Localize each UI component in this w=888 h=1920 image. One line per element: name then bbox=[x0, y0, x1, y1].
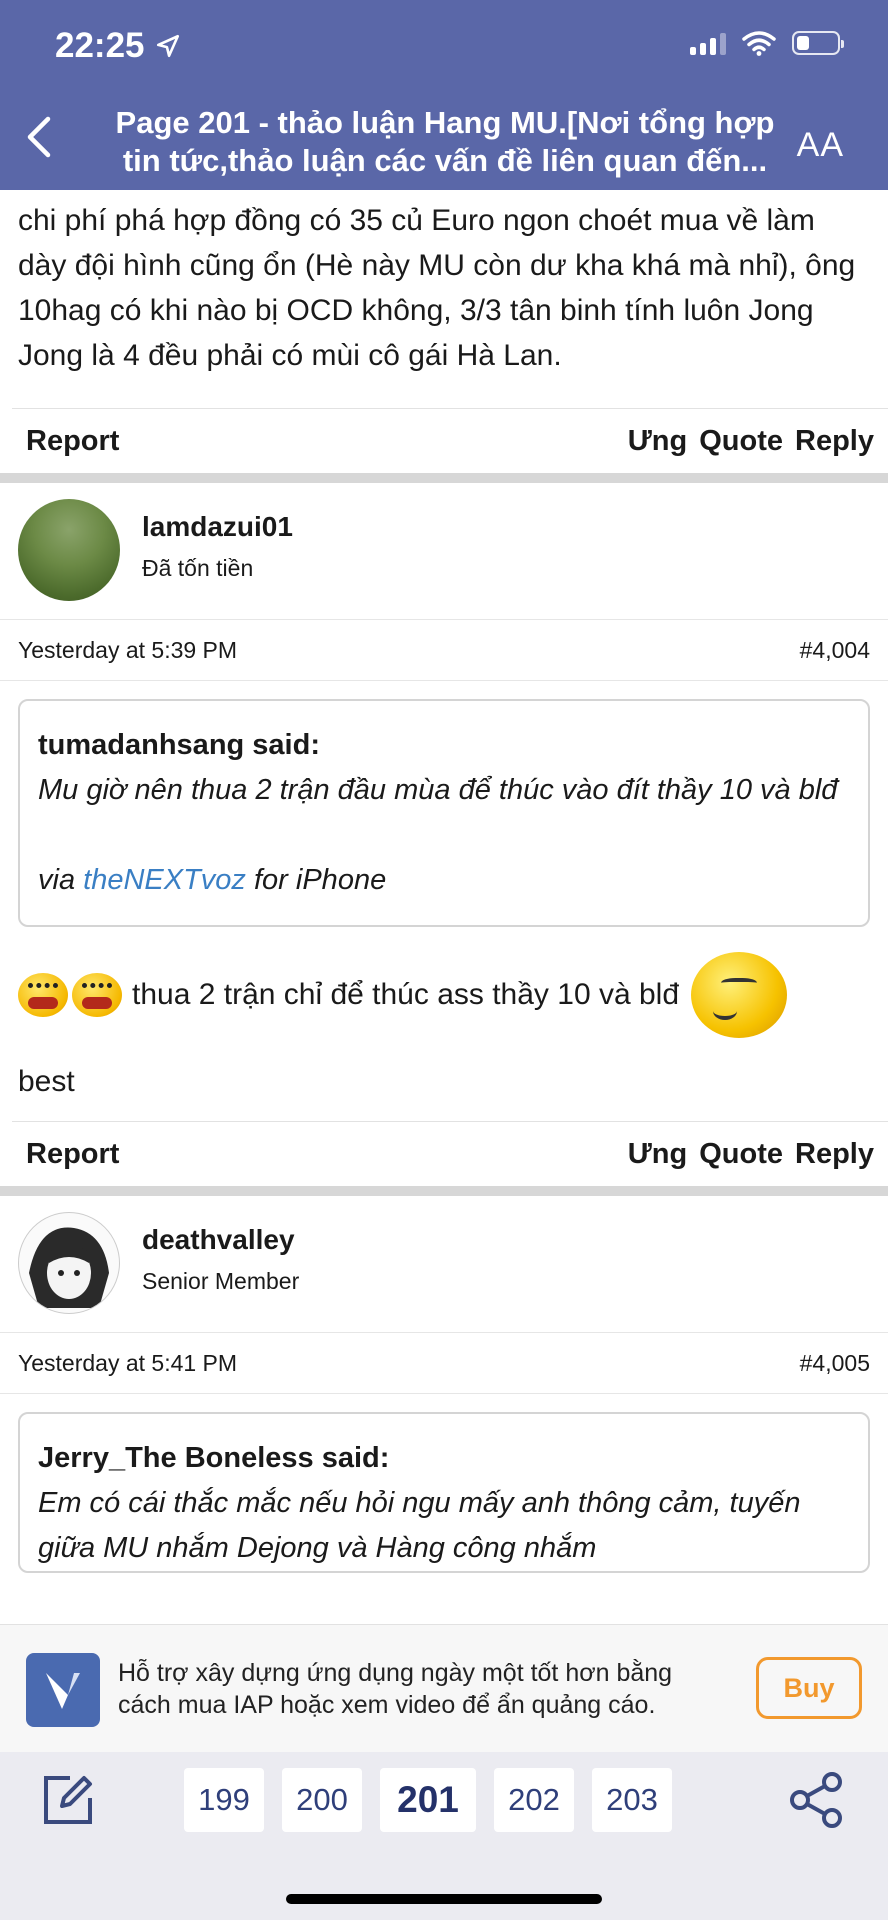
quote-text: Mu giờ nên thua 2 trận đầu mùa để thúc v… bbox=[38, 774, 838, 806]
pagination: 199 200 201 202 203 bbox=[184, 1768, 672, 1832]
quote-suffix: for iPhone bbox=[254, 864, 387, 896]
post-separator bbox=[0, 473, 888, 483]
clock-text: 22:25 bbox=[55, 26, 145, 65]
quote-block[interactable]: Jerry_The Boneless said: Em có cái thắc … bbox=[18, 1412, 870, 1573]
page-button-200[interactable]: 200 bbox=[282, 1768, 362, 1832]
share-button[interactable] bbox=[786, 1770, 846, 1830]
quote-block[interactable]: tumadanhsang said: Mu giờ nên thua 2 trậ… bbox=[18, 699, 870, 927]
shocked-emoji-icon bbox=[18, 973, 68, 1017]
post-actions: Report Ưng Quote Reply bbox=[12, 1121, 888, 1186]
back-button[interactable] bbox=[24, 115, 54, 165]
navigation-header: 22:25 Page 201 - thảo luận Hang MU.[Nơi … bbox=[0, 0, 888, 190]
quote-button[interactable]: Quote bbox=[699, 1138, 783, 1171]
location-arrow-icon bbox=[156, 34, 179, 58]
manga-avatar-icon bbox=[29, 1227, 109, 1308]
buy-button[interactable]: Buy bbox=[756, 1657, 862, 1719]
quote-author[interactable]: tumadanhsang said: bbox=[38, 723, 850, 768]
ad-text: Hỗ trợ xây dựng ứng dụng ngày một tốt hơ… bbox=[118, 1659, 673, 1719]
page-button-202[interactable]: 202 bbox=[494, 1768, 574, 1832]
quote-author[interactable]: Jerry_The Boneless said: bbox=[38, 1436, 850, 1481]
page-title: Page 201 - thảo luận Hang MU.[Nơi tổng h… bbox=[95, 104, 795, 180]
status-bar-time: 22:25 bbox=[55, 26, 181, 66]
bottom-toolbar: 199 200 201 202 203 bbox=[0, 1752, 888, 1920]
page-title-line2: tin tức,thảo luận các vấn đề liên quan đ… bbox=[122, 143, 768, 178]
home-indicator[interactable] bbox=[286, 1894, 602, 1904]
shocked-emoji-icon bbox=[72, 973, 122, 1017]
quote-via: via bbox=[38, 864, 76, 896]
post-separator bbox=[0, 1186, 888, 1196]
reply-text-secondary: best bbox=[18, 1065, 75, 1098]
page-title-line1: Page 201 - thảo luận Hang MU.[Nơi tổng h… bbox=[115, 105, 775, 140]
quote-text: Em có cái thắc mắc nếu hỏi ngu mấy anh t… bbox=[38, 1487, 801, 1564]
reply-text: thua 2 trận chỉ để thúc ass thầy 10 và b… bbox=[132, 978, 680, 1011]
page-button-current[interactable]: 201 bbox=[380, 1768, 476, 1832]
post-author-block[interactable]: lamdazui01 Đã tốn tiền bbox=[0, 483, 888, 620]
username[interactable]: lamdazui01 bbox=[142, 511, 293, 543]
username[interactable]: deathvalley bbox=[142, 1224, 295, 1256]
text-size-button[interactable]: AA bbox=[797, 126, 844, 165]
post-timestamp[interactable]: Yesterday at 5:39 PM bbox=[18, 637, 237, 664]
user-title: Đã tốn tiền bbox=[142, 555, 254, 581]
app-logo-icon bbox=[26, 1653, 100, 1727]
like-button[interactable]: Ưng bbox=[628, 425, 688, 458]
post-number[interactable]: #4,004 bbox=[800, 637, 870, 664]
smug-emoji-icon bbox=[691, 952, 788, 1038]
cellular-signal-icon bbox=[690, 31, 726, 55]
app-link[interactable]: theNEXTvoz bbox=[83, 864, 246, 896]
like-button[interactable]: Ưng bbox=[628, 1138, 688, 1171]
post-action-group: Ưng Quote Reply bbox=[628, 425, 874, 458]
quote-signature: via theNEXTvoz for iPhone bbox=[38, 858, 850, 903]
avatar[interactable] bbox=[18, 499, 120, 601]
compose-icon bbox=[44, 1776, 92, 1824]
status-indicators bbox=[690, 30, 844, 56]
compose-button[interactable] bbox=[40, 1772, 96, 1828]
chevron-left-icon bbox=[27, 116, 51, 158]
report-link[interactable]: Report bbox=[26, 1138, 119, 1171]
ad-banner: Hỗ trợ xây dựng ứng dụng ngày một tốt hơ… bbox=[0, 1624, 888, 1754]
post-author-block[interactable]: deathvalley Senior Member bbox=[0, 1196, 888, 1333]
reply-button[interactable]: Reply bbox=[795, 425, 874, 458]
post-meta: Yesterday at 5:39 PM #4,004 bbox=[0, 620, 888, 681]
post-action-group: Ưng Quote Reply bbox=[628, 1138, 874, 1171]
post-reply-line: thua 2 trận chỉ để thúc ass thầy 10 và b… bbox=[18, 945, 870, 1045]
report-link[interactable]: Report bbox=[26, 425, 119, 458]
battery-icon bbox=[792, 31, 844, 55]
post-actions: Report Ưng Quote Reply bbox=[12, 408, 888, 473]
share-icon bbox=[790, 1772, 842, 1828]
page-button-199[interactable]: 199 bbox=[184, 1768, 264, 1832]
quote-button[interactable]: Quote bbox=[699, 425, 783, 458]
user-title: Senior Member bbox=[142, 1268, 300, 1294]
post-body-text: chi phí phá hợp đồng có 35 củ Euro ngon … bbox=[18, 204, 856, 372]
avatar[interactable] bbox=[18, 1212, 120, 1314]
post-meta: Yesterday at 5:41 PM #4,005 bbox=[0, 1333, 888, 1394]
page-button-203[interactable]: 203 bbox=[592, 1768, 672, 1832]
thread-content[interactable]: chi phí phá hợp đồng có 35 củ Euro ngon … bbox=[0, 190, 888, 1624]
reply-button[interactable]: Reply bbox=[795, 1138, 874, 1171]
wifi-icon bbox=[742, 31, 776, 56]
post-number[interactable]: #4,005 bbox=[800, 1350, 870, 1377]
post-timestamp[interactable]: Yesterday at 5:41 PM bbox=[18, 1350, 237, 1377]
